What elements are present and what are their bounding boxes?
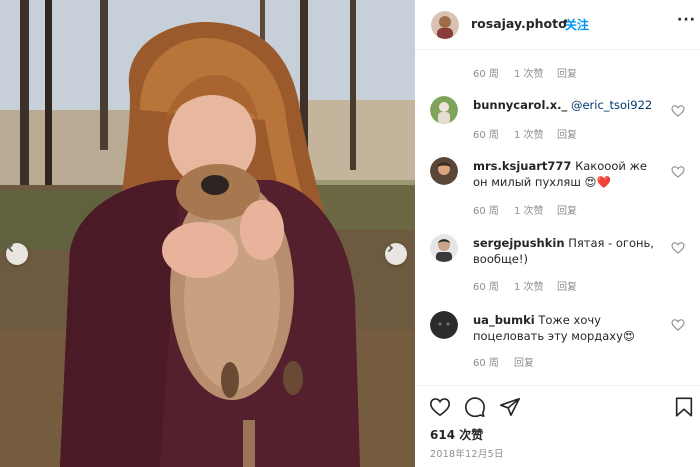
like-comment-icon[interactable] — [671, 165, 685, 179]
photo-illustration — [0, 0, 415, 467]
author-avatar-image — [431, 11, 459, 39]
like-comment-icon[interactable] — [671, 104, 685, 118]
commenter-username[interactable]: sergejpushkin — [473, 236, 565, 250]
comment-text: sergejpushkin Пятая - огонь, вообще!) — [473, 235, 663, 267]
comment-mention[interactable]: @eric_tsoi922 — [571, 98, 652, 112]
like-comment-icon[interactable] — [671, 318, 685, 332]
comment-time[interactable]: 60 周 — [473, 278, 499, 293]
post-like-count[interactable]: 614 次赞 — [430, 426, 483, 443]
share-icon[interactable] — [499, 396, 521, 418]
comment-text: bunnycarol.x._ @eric_tsoi922 — [473, 97, 663, 113]
comment-time[interactable]: 60 周 — [473, 126, 499, 141]
author-username[interactable]: rosajay.photo — [471, 16, 567, 31]
carousel-prev-button[interactable] — [6, 243, 28, 265]
comment-like-count[interactable]: 1 次赞 — [514, 65, 544, 80]
heart-icon[interactable] — [429, 396, 451, 418]
post-date[interactable]: 2018年12月5日 — [430, 446, 504, 460]
comment-icon[interactable] — [464, 396, 486, 418]
author-avatar[interactable] — [431, 11, 459, 39]
follow-button[interactable]: 关注 — [565, 16, 589, 33]
commenter-username[interactable]: bunnycarol.x._ — [473, 98, 567, 112]
commenter-avatar[interactable] — [430, 157, 458, 185]
post-sidebar: rosajay.photo • 关注 ··· 60 周 1 次赞 回复 bunn… — [415, 0, 700, 467]
commenter-avatar-image — [430, 234, 458, 262]
comment-time[interactable]: 60 周 — [473, 65, 499, 80]
commenter-avatar-image — [430, 311, 458, 339]
comment-like-count[interactable]: 1 次赞 — [514, 278, 544, 293]
post-photo[interactable] — [0, 0, 415, 467]
commenter-avatar-image — [430, 96, 458, 124]
comment-like-count[interactable]: 1 次赞 — [514, 126, 544, 141]
commenter-avatar-image — [430, 157, 458, 185]
reply-button[interactable]: 回复 — [557, 126, 577, 141]
more-options-button[interactable]: ··· — [677, 12, 696, 28]
post-header: rosajay.photo • 关注 ··· — [415, 0, 700, 50]
post-actions-footer: 614 次赞 2018年12月5日 — [415, 385, 700, 467]
bookmark-icon[interactable] — [673, 396, 695, 418]
commenter-username[interactable]: ua_bumki — [473, 313, 535, 327]
commenter-username[interactable]: mrs.ksjuart777 — [473, 159, 571, 173]
reply-button[interactable]: 回复 — [557, 65, 577, 80]
commenter-avatar[interactable] — [430, 96, 458, 124]
comment-text: mrs.ksjuart777 Какооой же он милый пухля… — [473, 158, 663, 190]
commenter-avatar[interactable] — [430, 234, 458, 262]
reply-button[interactable]: 回复 — [557, 278, 577, 293]
reply-button[interactable]: 回复 — [557, 202, 577, 217]
chevron-left-icon — [7, 243, 14, 253]
chevron-right-icon — [387, 243, 394, 253]
comment-text: ua_bumki Тоже хочу поцеловать эту мордах… — [473, 312, 663, 344]
comment-time[interactable]: 60 周 — [473, 354, 499, 369]
comment-like-count[interactable]: 1 次赞 — [514, 202, 544, 217]
commenter-avatar[interactable] — [430, 311, 458, 339]
reply-button[interactable]: 回复 — [514, 354, 534, 369]
like-comment-icon[interactable] — [671, 241, 685, 255]
carousel-next-button[interactable] — [385, 243, 407, 265]
comment-time[interactable]: 60 周 — [473, 202, 499, 217]
